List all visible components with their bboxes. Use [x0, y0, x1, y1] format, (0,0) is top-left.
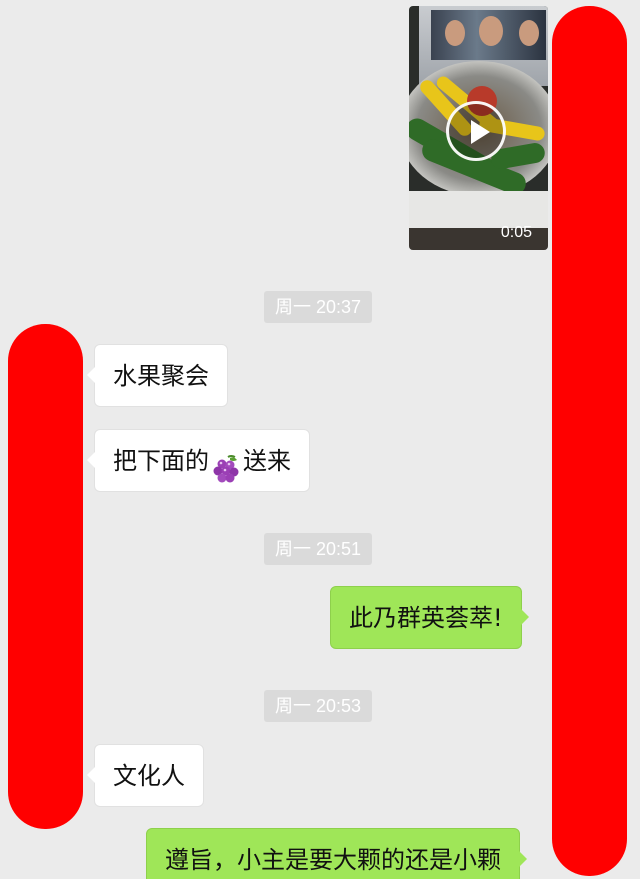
incoming-message[interactable]: 把下面的 送来: [87, 429, 310, 492]
redaction-bar: [552, 6, 627, 876]
video-thumbnail-screen: [431, 10, 546, 60]
message-text-after: 送来: [243, 447, 291, 475]
incoming-message[interactable]: 文化人: [87, 744, 204, 807]
redaction-bar: [8, 324, 83, 829]
video-duration: 0:05: [500, 224, 532, 241]
video-message[interactable]: 0:05: [409, 6, 548, 250]
chat-window: 0:05 周一 20:37 水果聚会 把下面的 送来 周一 20:51 此乃群英…: [0, 0, 640, 879]
incoming-message[interactable]: 水果聚会: [87, 344, 228, 407]
timestamp: 周一 20:53: [264, 690, 373, 722]
play-icon: [471, 120, 490, 144]
play-button[interactable]: [446, 101, 506, 161]
outgoing-message[interactable]: 此乃群英荟萃!: [330, 586, 529, 649]
message-text-before: 把下面的: [113, 447, 209, 475]
timestamp: 周一 20:37: [264, 291, 373, 323]
timestamp: 周一 20:51: [264, 533, 373, 565]
outgoing-message[interactable]: 遵旨，小主是要大颗的还是小颗: [146, 828, 527, 879]
grape-emoji-icon: [211, 445, 241, 483]
